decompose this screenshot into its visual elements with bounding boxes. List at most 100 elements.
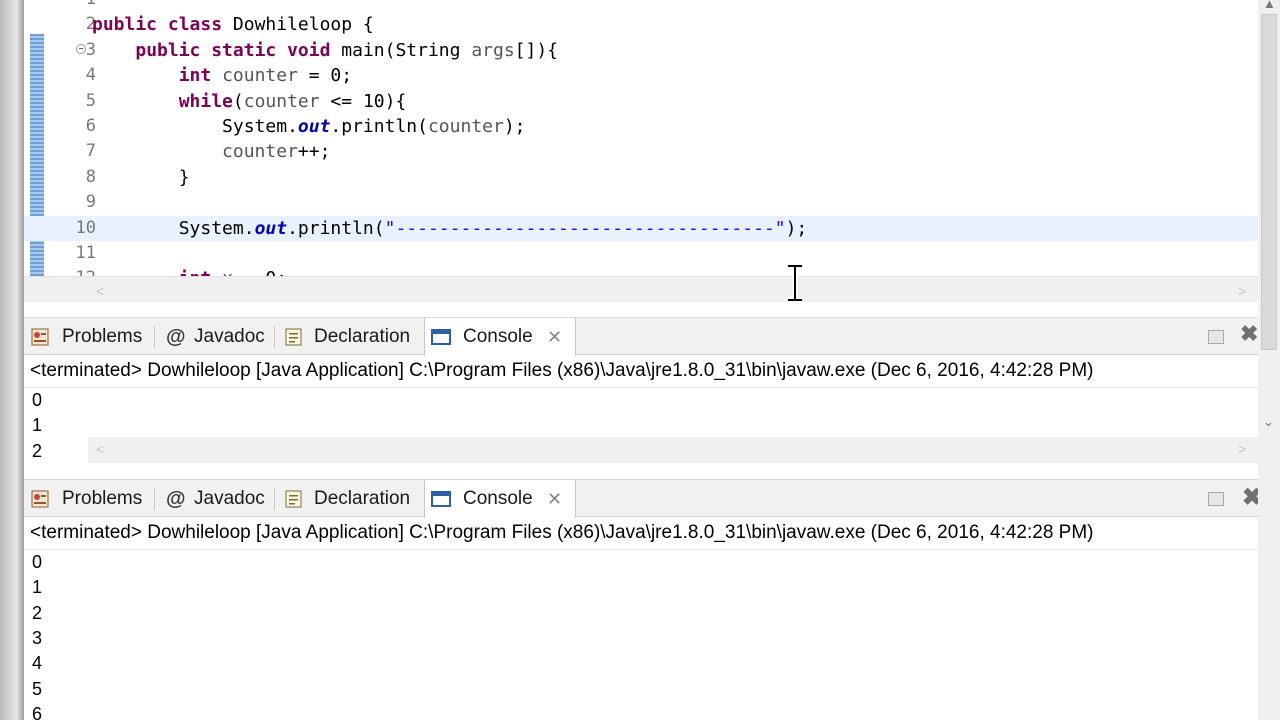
code-line[interactable]: 7 counter++; (24, 139, 1264, 164)
tab-problems[interactable]: Problems (24, 318, 152, 356)
code-line[interactable]: 4 int counter = 0; (24, 63, 1264, 88)
view-sash[interactable] (24, 302, 1258, 316)
code-token: ); (785, 217, 808, 239)
tab-declaration[interactable]: Declaration (278, 318, 424, 356)
code-token: "-----------------------------------" (384, 217, 786, 239)
tab-label: Problems (62, 488, 143, 509)
code-token: args (471, 39, 515, 61)
scroll-left-icon[interactable]: < (96, 441, 104, 457)
tab-problems[interactable]: Problems (24, 480, 152, 518)
terminated-status: <terminated> Dowhileloop [Java Applicati… (30, 360, 1094, 381)
line-number: 9 (85, 192, 96, 213)
code-token: main(String (341, 39, 472, 61)
tab-javadoc[interactable]: @ Javadoc (160, 318, 272, 356)
code-text: int x = 0; (92, 266, 287, 276)
code-line[interactable]: 9 (24, 190, 1264, 215)
tab-separator (274, 326, 275, 348)
code-token: ( (232, 90, 244, 112)
code-text: public static void main(String args[]){ (92, 38, 558, 63)
code-token: counter (243, 90, 320, 112)
console-icon (431, 329, 451, 345)
code-line[interactable]: 10 System.out.println("-----------------… (24, 215, 1264, 241)
code-line[interactable]: 3 public static void main(String args[])… (24, 38, 1264, 63)
minimize-view-icon[interactable] (1208, 492, 1224, 506)
close-tab-icon[interactable]: ✕ (547, 480, 562, 518)
minimize-view-icon[interactable] (1208, 330, 1224, 344)
tab-console[interactable]: Console ✕ (424, 480, 576, 518)
editor-horizontal-scrollbar[interactable]: < > (24, 276, 1264, 303)
console-output-line: 4 (32, 653, 43, 674)
code-line[interactable]: 1 (24, 0, 1264, 12)
console-output-line: 1 (32, 415, 43, 436)
at-sign-icon: @ (166, 326, 186, 348)
code-text: System.out.println("--------------------… (92, 216, 808, 241)
code-line[interactable]: 12 int x = 0; (24, 266, 1264, 276)
console-view-top: Problems @ Javadoc Declaration Console ✕… (24, 317, 1258, 465)
console-horizontal-scrollbar[interactable]: < > (88, 437, 1258, 463)
code-text: counter++; (92, 139, 330, 164)
code-line[interactable]: 11 (24, 241, 1264, 266)
line-number: 6 (85, 116, 96, 136)
scroll-right-icon[interactable]: > (1238, 283, 1246, 299)
terminated-status: <terminated> Dowhileloop [Java Applicati… (30, 522, 1094, 543)
line-number: 8 (85, 166, 96, 187)
console-output-line: 0 (32, 552, 43, 572)
scroll-right-icon[interactable]: > (1238, 441, 1246, 457)
close-view-icon[interactable]: ✖ (1242, 483, 1258, 512)
code-token: x (222, 268, 233, 276)
code-line[interactable]: 5 while(counter <= 10){ (24, 89, 1264, 114)
close-tab-icon[interactable]: ✕ (547, 318, 562, 356)
close-view-icon[interactable]: ✖ (1240, 321, 1258, 347)
vertical-scrollbar[interactable]: ▲ ⌄ (1258, 0, 1280, 720)
code-line[interactable]: 2 public class Dowhileloop { (24, 12, 1264, 37)
console-output-line: 6 (32, 703, 43, 720)
scroll-down-icon[interactable]: ⌄ (1263, 414, 1274, 430)
console-output-line: 0 (32, 390, 43, 410)
window-left-border (0, 0, 24, 720)
declaration-icon (285, 328, 302, 346)
code-token: System. (92, 116, 298, 137)
tab-label: Javadoc (194, 488, 265, 509)
scroll-left-icon[interactable]: < (96, 283, 104, 299)
fold-collapse-icon[interactable] (76, 43, 86, 54)
declaration-icon (285, 490, 302, 508)
tab-label: Declaration (314, 488, 411, 509)
code-editor[interactable]: 12public class Dowhileloop {3 public sta… (24, 0, 1264, 276)
vertical-scroll-thumb[interactable] (1261, 14, 1277, 350)
view-tab-bar: Problems @ Javadoc Declaration Console ✕… (24, 479, 1258, 518)
code-token: int (179, 268, 222, 276)
divider (24, 387, 1258, 388)
problems-icon (31, 490, 49, 508)
line-number: 7 (85, 141, 96, 162)
console-output-line: 3 (32, 627, 43, 648)
tab-console[interactable]: Console ✕ (424, 318, 576, 356)
code-text: int counter = 0; (92, 63, 352, 88)
divider (24, 549, 1258, 550)
code-token: = 0; (297, 65, 353, 87)
code-token: while (178, 90, 233, 112)
scroll-up-icon[interactable]: ▲ (1263, 0, 1276, 11)
code-token: public static void (135, 39, 342, 61)
code-token: Dowhileloop { (232, 14, 374, 36)
line-number: 12 (46, 266, 96, 276)
code-text: System.out.println(counter); (92, 114, 525, 139)
tab-declaration[interactable]: Declaration (278, 480, 424, 518)
line-number: 1 (46, 0, 96, 12)
console-icon (431, 491, 451, 507)
line-number: 10 (75, 217, 96, 238)
code-token: []){ (514, 39, 559, 61)
code-token: counter (222, 141, 298, 163)
line-number: 3 (85, 39, 96, 60)
code-token: .println( (287, 217, 385, 239)
code-line[interactable]: 6 System.out.println(counter); (24, 114, 1264, 139)
code-token: .println( (330, 116, 428, 137)
console-output-line: 2 (32, 602, 43, 623)
tab-javadoc[interactable]: @ Javadoc (160, 480, 272, 518)
code-text: public class Dowhileloop { (92, 12, 374, 37)
code-text: } (92, 165, 190, 190)
code-line[interactable]: 8 } (24, 165, 1264, 190)
code-token: System. (92, 217, 255, 239)
